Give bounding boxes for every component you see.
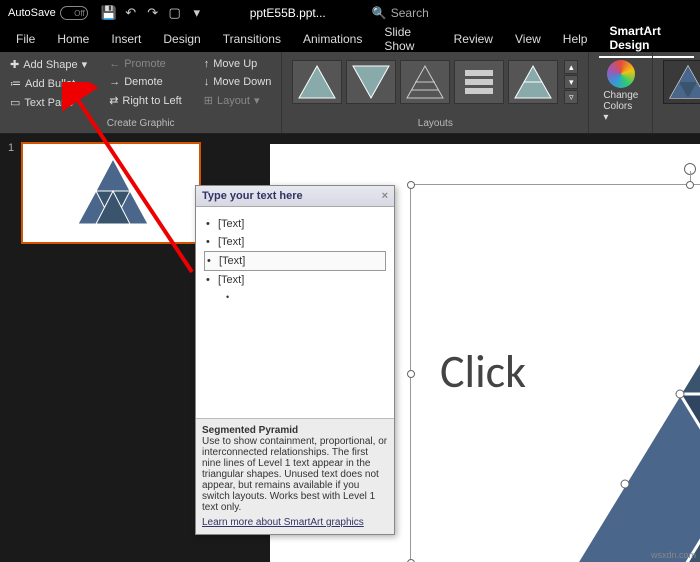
tab-view[interactable]: View bbox=[505, 28, 551, 50]
style-option-1[interactable] bbox=[663, 60, 700, 104]
right-to-left-button[interactable]: ⇄ Right to Left bbox=[105, 92, 186, 109]
group-change-colors: Change Colors ▾ bbox=[589, 52, 652, 133]
text-pane-button[interactable]: ▭ Text Pane bbox=[6, 94, 91, 111]
demote-label: Demote bbox=[124, 76, 163, 88]
text-item-4[interactable]: [Text] bbox=[204, 271, 386, 289]
layout-option-1[interactable] bbox=[292, 60, 342, 104]
document-title: pptE55B.ppt... bbox=[250, 6, 326, 20]
footer-title: Segmented Pyramid bbox=[202, 425, 298, 436]
chevron-down-icon: ▾ bbox=[254, 94, 260, 107]
chevron-down-icon: ▾ bbox=[82, 58, 88, 71]
autosave-label: AutoSave bbox=[8, 7, 56, 19]
tab-insert[interactable]: Insert bbox=[101, 28, 151, 50]
move-down-button[interactable]: ↓Move Down bbox=[200, 74, 276, 90]
autosave-state: Off bbox=[60, 6, 88, 20]
layouts-scroll-down[interactable]: ▾ bbox=[564, 75, 578, 89]
demote-button[interactable]: → Demote bbox=[105, 74, 186, 90]
text-pane-body[interactable]: [Text] [Text] [Text] [Text] bbox=[196, 207, 394, 418]
add-bullet-label: Add Bullet bbox=[25, 78, 75, 90]
group-create-graphic: ✚ Add Shape ▾ ≔ Add Bullet ▭ Text Pane ← Pro… bbox=[0, 52, 282, 133]
layouts-scroll-up[interactable]: ▴ bbox=[564, 60, 578, 74]
search-placeholder: Search bbox=[391, 6, 429, 20]
layouts-group-label: Layouts bbox=[288, 116, 582, 129]
layout-button[interactable]: ⊞ Layout ▾ bbox=[200, 92, 276, 109]
move-down-icon: ↓ bbox=[204, 76, 210, 88]
tab-animations[interactable]: Animations bbox=[293, 28, 372, 50]
resize-handle-ml[interactable] bbox=[407, 370, 415, 378]
tab-file[interactable]: File bbox=[6, 28, 45, 50]
layout-icon: ⊞ bbox=[204, 94, 213, 107]
resize-handle-tl[interactable] bbox=[407, 181, 415, 189]
move-up-button[interactable]: ↑Move Up bbox=[200, 56, 276, 72]
move-up-icon: ↑ bbox=[204, 58, 210, 70]
text-pane-popup[interactable]: Type your text here × [Text] [Text] [Tex… bbox=[195, 185, 395, 535]
slide-number: 1 bbox=[8, 142, 14, 154]
autosave-toggle[interactable]: AutoSave Off bbox=[8, 6, 88, 20]
promote-button[interactable]: ← Promote bbox=[105, 56, 186, 72]
move-up-label: Move Up bbox=[213, 58, 257, 70]
layout-option-5[interactable] bbox=[508, 60, 558, 104]
promote-icon: ← bbox=[109, 58, 120, 70]
add-bullet-icon: ≔ bbox=[10, 77, 21, 90]
move-down-label: Move Down bbox=[213, 76, 271, 88]
layout-option-4[interactable] bbox=[454, 60, 504, 104]
layouts-more[interactable]: ▿ bbox=[564, 90, 578, 104]
slide-thumbnail-panel: 1 bbox=[0, 134, 210, 562]
text-subitem[interactable] bbox=[204, 289, 386, 307]
promote-label: Promote bbox=[124, 58, 166, 70]
save-icon[interactable]: 💾 bbox=[102, 6, 116, 20]
ribbon-tabs: File Home Insert Design Transitions Anim… bbox=[0, 26, 700, 52]
undo-icon[interactable]: ↶ bbox=[124, 6, 138, 20]
text-pane-header[interactable]: Type your text here × bbox=[196, 186, 394, 207]
group-styles bbox=[652, 52, 700, 133]
color-wheel-icon bbox=[607, 60, 635, 88]
change-colors-button[interactable]: Change Colors ▾ bbox=[595, 56, 646, 127]
tab-home[interactable]: Home bbox=[47, 28, 99, 50]
footer-description: Use to show containment, proportional, o… bbox=[202, 436, 387, 513]
group-layouts: ▴ ▾ ▿ Layouts bbox=[282, 52, 589, 133]
text-item-1[interactable]: [Text] bbox=[204, 215, 386, 233]
layout-option-3[interactable] bbox=[400, 60, 450, 104]
close-icon[interactable]: × bbox=[382, 190, 388, 202]
tab-transitions[interactable]: Transitions bbox=[213, 28, 291, 50]
rtl-label: Right to Left bbox=[122, 95, 181, 107]
ribbon: ✚ Add Shape ▾ ≔ Add Bullet ▭ Text Pane ← Pro… bbox=[0, 52, 700, 134]
create-graphic-group-label: Create Graphic bbox=[6, 116, 275, 129]
qat-dropdown-icon[interactable]: ▾ bbox=[190, 6, 204, 20]
add-shape-label: Add Shape bbox=[23, 59, 77, 71]
layouts-scroll: ▴ ▾ ▿ bbox=[564, 60, 578, 104]
search-box[interactable]: 🔍 Search bbox=[372, 6, 429, 20]
layout-label: Layout bbox=[217, 95, 250, 107]
add-shape-icon: ✚ bbox=[10, 58, 19, 71]
tab-design[interactable]: Design bbox=[153, 28, 210, 50]
present-icon[interactable]: ▢ bbox=[168, 6, 182, 20]
layout-option-2[interactable] bbox=[346, 60, 396, 104]
text-pane-footer: Segmented Pyramid Use to show containmen… bbox=[196, 418, 394, 534]
slide-thumbnail-1[interactable] bbox=[21, 142, 201, 244]
resize-handle-tm[interactable] bbox=[686, 181, 694, 189]
text-item-3[interactable]: [Text] bbox=[204, 251, 386, 271]
tab-review[interactable]: Review bbox=[444, 28, 503, 50]
text-pane-icon: ▭ bbox=[10, 96, 20, 109]
search-icon: 🔍 bbox=[372, 6, 387, 20]
change-colors-label: Change Colors ▾ bbox=[603, 90, 638, 123]
title-bar: AutoSave Off 💾 ↶ ↷ ▢ ▾ pptE55B.ppt... 🔍 … bbox=[0, 0, 700, 26]
rtl-icon: ⇄ bbox=[109, 94, 118, 107]
watermark: wsxdn.com bbox=[651, 550, 696, 560]
smartart-pyramid[interactable] bbox=[550, 204, 700, 562]
text-pane-label: Text Pane bbox=[24, 97, 73, 109]
quick-access-toolbar: 💾 ↶ ↷ ▢ ▾ bbox=[102, 6, 204, 20]
text-pane-title: Type your text here bbox=[202, 190, 303, 202]
add-bullet-button[interactable]: ≔ Add Bullet bbox=[6, 75, 91, 92]
demote-icon: → bbox=[109, 76, 120, 88]
redo-icon[interactable]: ↷ bbox=[146, 6, 160, 20]
text-item-2[interactable]: [Text] bbox=[204, 233, 386, 251]
add-shape-button[interactable]: ✚ Add Shape ▾ bbox=[6, 56, 91, 73]
tab-help[interactable]: Help bbox=[553, 28, 598, 50]
learn-more-link[interactable]: Learn more about SmartArt graphics bbox=[202, 517, 364, 528]
